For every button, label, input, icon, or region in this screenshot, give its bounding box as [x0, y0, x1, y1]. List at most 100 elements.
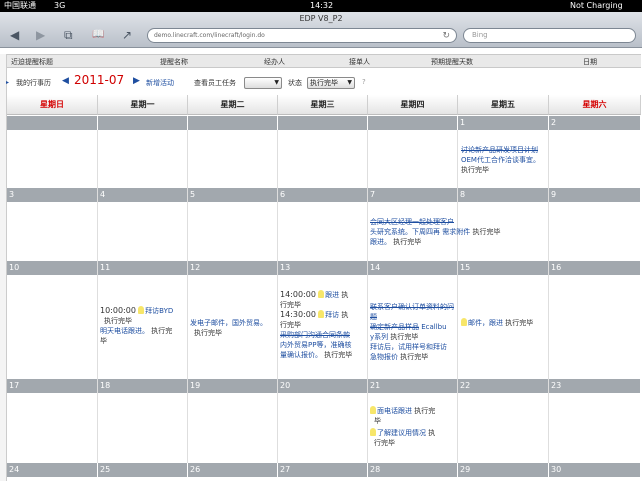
weekday-header: 星期一: [98, 95, 188, 115]
calendar-event[interactable]: 面电话跟进 执行完 毕 了解建议用情况 执 行完毕: [370, 406, 458, 448]
calendar-event[interactable]: 讨论新产品研发项目计划 OEM代工合作洽谈事宜。 执行完毕: [461, 145, 547, 175]
date-cell[interactable]: 29: [458, 463, 549, 477]
event-title[interactable]: 面电话跟进: [377, 407, 412, 415]
calendar-event[interactable]: 发电子邮件，国外贸易。 执行完毕: [190, 318, 276, 338]
event-link[interactable]: 跟进: [489, 319, 503, 327]
address-field[interactable]: demo.linecraft.com/linecraft/login.do ↻: [147, 28, 457, 43]
employee-task-select[interactable]: ▼: [244, 77, 282, 89]
weekday-label: 星期五: [491, 100, 515, 109]
weekday-label: 星期四: [400, 100, 425, 109]
back-icon[interactable]: ◀: [10, 29, 19, 41]
event-status: 行完毕: [280, 321, 301, 329]
view-task-label: 查看员工任务: [194, 79, 236, 87]
reminder-bar: 近迫提醒标题 提醒名称 经办人 接单人 预期提醒天数 日期: [7, 54, 641, 68]
event-title[interactable]: 跟进: [325, 291, 339, 299]
event-time: 10:00:00: [100, 306, 136, 315]
event-title[interactable]: 拜访: [325, 311, 339, 319]
date-cell[interactable]: 2: [549, 116, 641, 130]
status-value: 执行完毕: [310, 79, 338, 87]
day-column: [188, 130, 278, 463]
next-month-icon[interactable]: ▶: [133, 76, 140, 86]
lightbulb-icon: [318, 290, 325, 298]
lightbulb-icon: [461, 318, 467, 326]
event-time: 14:30:00: [280, 310, 316, 319]
calendar-event[interactable]: 邮件，跟进 执行完毕: [461, 318, 547, 328]
search-input[interactable]: Bing: [463, 28, 636, 43]
bookmarks-icon[interactable]: 📖: [92, 29, 104, 41]
event-title[interactable]: Ecallbu: [421, 323, 446, 331]
status-bar: 中国联通 3G 14:32 Not Charging: [0, 0, 642, 12]
event-title[interactable]: 了解建议用情况: [377, 429, 426, 437]
event-status: 执行完毕: [390, 333, 419, 341]
date-cell[interactable]: 16: [549, 261, 641, 275]
calendar-event[interactable]: 会同大区经理一起处理客户 头研究系统。下周四再 需求附件 执行完毕 跟进。 执行…: [370, 217, 546, 247]
event-status: 执: [341, 311, 349, 319]
new-activity-link[interactable]: 新增活动: [146, 78, 174, 88]
calendar-event[interactable]: 联系客户确认订单资料的问题 确定新产品样品 Ecallbu y系列 执行完毕 拜…: [370, 302, 458, 362]
event-title[interactable]: 量确认报价。: [280, 351, 322, 359]
browser-toolbar: EDP V8_P2 ◀ ▶ ⧉ 📖 ↗ demo.linecraft.com/l…: [0, 12, 642, 48]
event-status: 执: [428, 429, 436, 437]
event-title[interactable]: 头研究系统。下周四再: [370, 228, 440, 236]
date-cell[interactable]: 9: [549, 188, 641, 202]
date-cell[interactable]: 24: [7, 463, 98, 477]
event-title[interactable]: 讨论新产品研发项目计划: [461, 145, 547, 155]
calendar-event[interactable]: 14:00:00 跟进 执 行完毕 14:30:00 拜访 执 行完毕 采购部门…: [280, 290, 368, 360]
event-title[interactable]: 内外贸易PP等，准确核: [280, 340, 368, 350]
forward-icon[interactable]: ▶: [36, 29, 45, 41]
event-title[interactable]: 跟进。: [370, 238, 391, 246]
date-cell[interactable]: 30: [549, 463, 641, 477]
chevron-down-icon: ▼: [274, 79, 279, 86]
prev-month-icon[interactable]: ◀: [62, 76, 69, 86]
network-label: 3G: [54, 1, 66, 10]
date-cell[interactable]: 23: [549, 379, 641, 393]
date-cell[interactable]: 27: [278, 463, 368, 477]
event-status: 执行完毕: [324, 351, 353, 359]
weekday-header: 星期五: [458, 95, 549, 115]
reminder-col: 提醒名称: [160, 58, 188, 66]
share-icon[interactable]: ↗: [122, 29, 132, 41]
date-cell[interactable]: 26: [188, 463, 278, 477]
lightbulb-icon: [318, 310, 325, 318]
weekday-label: 星期六: [582, 100, 607, 109]
event-status: 执行完毕: [393, 238, 422, 246]
weekday-header: 星期三: [278, 95, 368, 115]
event-title[interactable]: 明天电话跟进。: [100, 327, 149, 335]
reload-icon[interactable]: ↻: [442, 30, 450, 42]
date-cell[interactable]: 28: [368, 463, 458, 477]
reminder-col: 经办人: [264, 58, 285, 66]
event-title[interactable]: y系列: [370, 333, 388, 341]
date-cell[interactable]: [278, 116, 368, 130]
help-icon[interactable]: ?: [362, 78, 366, 86]
event-title[interactable]: 拜访BYD: [145, 307, 173, 315]
date-cell[interactable]: 25: [98, 463, 188, 477]
event-title[interactable]: 邮件，: [468, 319, 489, 327]
status-label: 状态: [288, 79, 302, 87]
event-title[interactable]: 拜访后，试用样号和拜访: [370, 342, 458, 352]
event-title[interactable]: 确定新产品样品: [370, 323, 419, 331]
date-cell[interactable]: [7, 116, 98, 130]
date-cell[interactable]: [368, 116, 458, 130]
event-status: 执行完毕: [461, 166, 489, 174]
carrier-label: 中国联通: [4, 1, 36, 10]
event-title[interactable]: 联系客户确认订单资料的问题: [370, 302, 458, 322]
status-select[interactable]: 执行完毕 ▼: [307, 77, 355, 89]
tabs-icon[interactable]: ⧉: [64, 29, 73, 41]
event-time: 14:00:00: [280, 290, 316, 299]
clock: 14:32: [310, 1, 334, 10]
event-title[interactable]: 会同大区经理一起处理客户: [370, 217, 546, 227]
event-title[interactable]: OEM代工合作洽谈事宜。: [461, 155, 547, 165]
calendar-event[interactable]: 10:00:00 拜访BYD 执行完毕 明天电话跟进。 执行完 毕: [100, 306, 188, 346]
date-cell[interactable]: [188, 116, 278, 130]
event-title[interactable]: 采购部门沟通合同条款: [280, 330, 368, 340]
date-cell[interactable]: 1: [458, 116, 549, 130]
day-column: [98, 130, 188, 463]
event-link[interactable]: 需求附件: [442, 228, 470, 236]
event-title[interactable]: 发电子邮件，国外贸易。: [190, 318, 276, 328]
expand-icon[interactable]: ▸: [6, 79, 9, 86]
event-status: 行完毕: [280, 301, 301, 309]
battery-status: Not Charging: [570, 1, 623, 10]
event-title[interactable]: 急物报价: [370, 353, 398, 361]
date-cell[interactable]: [98, 116, 188, 130]
event-status: 执行完毕: [104, 317, 132, 325]
